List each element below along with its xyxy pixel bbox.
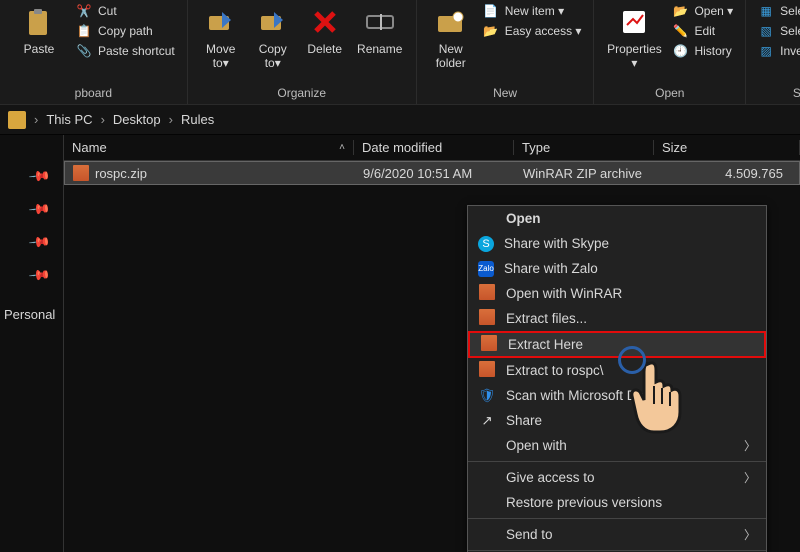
cut-button[interactable]: ✂️ Cut [74, 2, 177, 20]
ctx-share-skype[interactable]: S Share with Skype [468, 231, 766, 256]
ctx-share[interactable]: ↗ Share [468, 408, 766, 433]
paste-label: Paste [24, 42, 55, 56]
chevron-right-icon: › [169, 112, 173, 127]
group-label-organize: Organize [198, 86, 406, 104]
easy-access-icon: 📂 [483, 23, 499, 39]
edit-button[interactable]: ✏️ Edit [670, 22, 735, 40]
properties-button[interactable]: Properties ▾ [604, 2, 664, 70]
skype-icon: S [478, 236, 494, 252]
ctx-share-zalo[interactable]: Zalo Share with Zalo [468, 256, 766, 281]
zip-file-icon [73, 165, 89, 181]
menu-separator [468, 550, 766, 551]
nav-personal[interactable]: Personal [0, 307, 63, 322]
ctx-open-with[interactable]: Open with 〉 [468, 433, 766, 458]
edit-icon: ✏️ [672, 23, 688, 39]
winrar-icon [478, 309, 496, 328]
new-item-button[interactable]: 📄 New item ▾ [481, 2, 584, 20]
group-label-clipboard: pboard [10, 86, 177, 104]
history-icon: 🕘 [672, 43, 688, 59]
group-label-open: Open [604, 86, 735, 104]
ctx-extract-files[interactable]: Extract files... [468, 306, 766, 331]
paste-button[interactable]: Paste [10, 2, 68, 56]
defender-icon: 🛡 [478, 388, 496, 404]
open-icon: 📂 [672, 3, 688, 19]
crumb-this-pc[interactable]: This PC [46, 112, 92, 127]
history-button[interactable]: 🕘 History [670, 42, 735, 60]
ribbon: Paste ✂️ Cut 📋 Copy path 📎 Paste shortcu… [0, 0, 800, 105]
ctx-open-winrar[interactable]: Open with WinRAR [468, 281, 766, 306]
file-type: WinRAR ZIP archive [515, 166, 655, 181]
col-type[interactable]: Type [514, 140, 654, 155]
file-date: 9/6/2020 10:51 AM [355, 166, 515, 181]
copy-path-button[interactable]: 📋 Copy path [74, 22, 177, 40]
delete-button[interactable]: Delete [302, 2, 348, 56]
ctx-restore[interactable]: Restore previous versions [468, 490, 766, 515]
sort-asc-icon: ˄ [339, 142, 345, 153]
col-name[interactable]: Name ˄ [64, 140, 354, 155]
rename-icon [364, 6, 396, 38]
zalo-icon: Zalo [478, 261, 494, 277]
ribbon-group-new: New folder 📄 New item ▾ 📂 Easy access ▾ … [417, 0, 595, 104]
menu-separator [468, 461, 766, 462]
chevron-right-icon: 〉 [744, 469, 756, 486]
file-size: 4.509.765 [655, 166, 799, 181]
ctx-scan-defender[interactable]: 🛡 Scan with Microsoft De [468, 383, 766, 408]
breadcrumb[interactable]: › This PC › Desktop › Rules [0, 105, 800, 135]
paste-shortcut-button[interactable]: 📎 Paste shortcut [74, 42, 177, 60]
chevron-right-icon: › [101, 112, 105, 127]
col-date[interactable]: Date modified [354, 140, 514, 155]
move-to-icon [205, 6, 237, 38]
share-icon: ↗ [478, 413, 496, 429]
ribbon-group-organize: Move to▾ Copy to▾ Delete Rename [188, 0, 417, 104]
select-none-icon: ▧ [758, 23, 774, 39]
select-all-button[interactable]: ▦ Select all [756, 2, 800, 20]
drive-icon [8, 111, 26, 129]
file-row[interactable]: rospc.zip 9/6/2020 10:51 AM WinRAR ZIP a… [64, 161, 800, 185]
shortcut-icon: 📎 [76, 43, 92, 59]
crumb-desktop[interactable]: Desktop [113, 112, 161, 127]
ctx-open[interactable]: Open [468, 206, 766, 231]
ctx-send-to[interactable]: Send to 〉 [468, 522, 766, 547]
new-folder-button[interactable]: New folder [427, 2, 475, 70]
context-menu: Open S Share with Skype Zalo Share with … [467, 205, 767, 552]
copy-path-icon: 📋 [76, 23, 92, 39]
winrar-icon [480, 335, 498, 354]
nav-pane: 📌 📌 📌 📌 Personal [0, 135, 64, 552]
easy-access-button[interactable]: 📂 Easy access ▾ [481, 22, 584, 40]
chevron-right-icon: 〉 [744, 526, 756, 543]
winrar-icon [478, 284, 496, 303]
copy-to-icon [257, 6, 289, 38]
select-all-icon: ▦ [758, 3, 774, 19]
open-button[interactable]: 📂 Open ▾ [670, 2, 735, 20]
col-size[interactable]: Size [654, 140, 800, 155]
select-none-button[interactable]: ▧ Select none [756, 22, 800, 40]
invert-icon: ▨ [758, 43, 774, 59]
ctx-give-access[interactable]: Give access to 〉 [468, 465, 766, 490]
ribbon-group-open: Properties ▾ 📂 Open ▾ ✏️ Edit 🕘 History … [594, 0, 746, 104]
new-item-icon: 📄 [483, 3, 499, 19]
new-folder-icon [435, 6, 467, 38]
ctx-extract-to[interactable]: Extract to rospc\ [468, 358, 766, 383]
column-headers: Name ˄ Date modified Type Size [64, 135, 800, 161]
winrar-icon [478, 361, 496, 380]
group-label-select: Select [756, 86, 800, 104]
menu-separator [468, 518, 766, 519]
delete-icon [309, 6, 341, 38]
move-to-button[interactable]: Move to▾ [198, 2, 244, 70]
file-name: rospc.zip [95, 166, 147, 181]
ribbon-group-clipboard: Paste ✂️ Cut 📋 Copy path 📎 Paste shortcu… [0, 0, 188, 104]
paste-icon [23, 6, 55, 38]
group-label-new: New [427, 86, 584, 104]
invert-selection-button[interactable]: ▨ Invert selection [756, 42, 800, 60]
properties-icon [618, 6, 650, 38]
copy-to-button[interactable]: Copy to▾ [250, 2, 296, 70]
ctx-extract-here[interactable]: Extract Here [468, 331, 766, 358]
ribbon-group-select: ▦ Select all ▧ Select none ▨ Invert sele… [746, 0, 800, 104]
rename-button[interactable]: Rename [354, 2, 406, 56]
cut-icon: ✂️ [76, 3, 92, 19]
chevron-right-icon: 〉 [744, 437, 756, 454]
chevron-right-icon: › [34, 112, 38, 127]
crumb-rules[interactable]: Rules [181, 112, 214, 127]
